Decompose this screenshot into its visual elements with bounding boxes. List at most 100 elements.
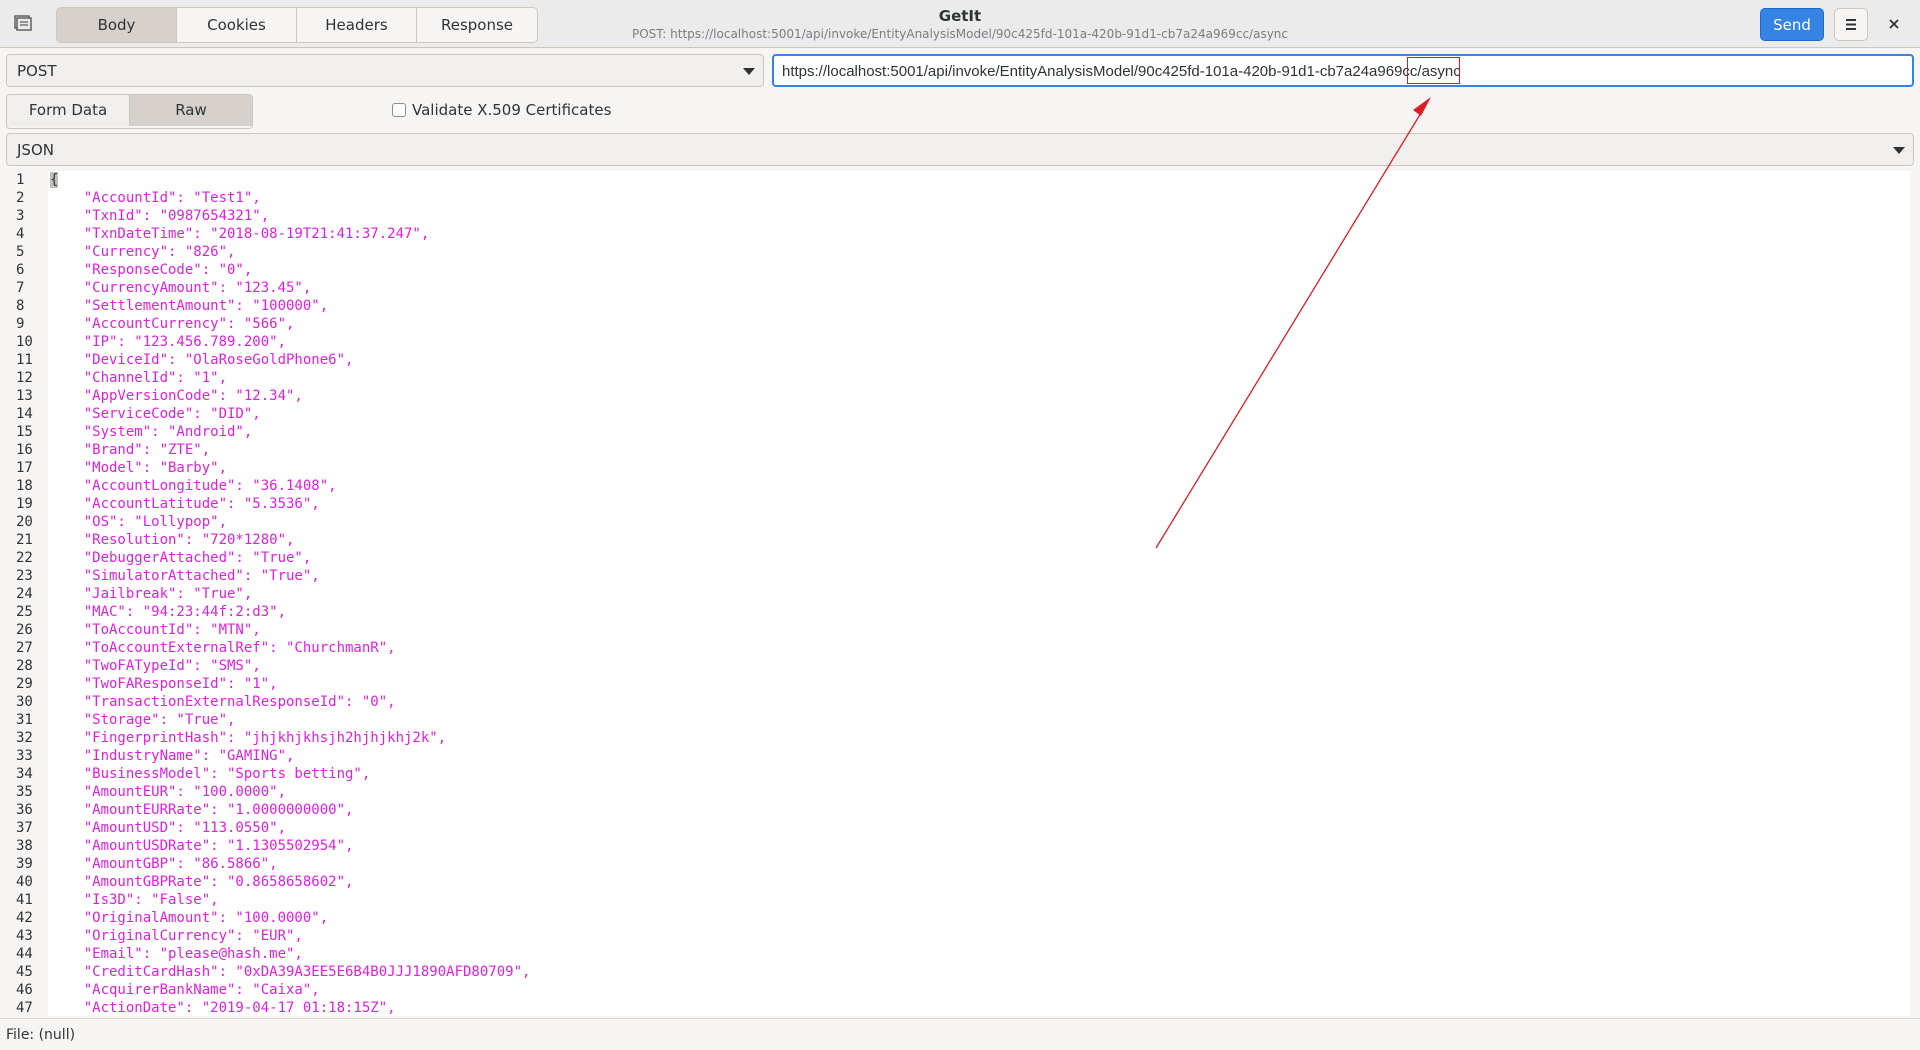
url-input[interactable]: https://localhost:5001/api/invoke/Entity… <box>772 54 1914 87</box>
code-line: 17 "Model": "Barby", <box>0 459 1910 477</box>
validate-certificates-row: Validate X.509 Certificates <box>392 101 611 119</box>
line-number: 25 <box>16 604 33 620</box>
request-tabs: Body Cookies Headers Response <box>56 7 538 43</box>
tab-body[interactable]: Body <box>57 8 177 42</box>
line-number: 34 <box>16 766 33 782</box>
code-text: "SettlementAmount": "100000", <box>50 298 329 314</box>
line-number: 30 <box>16 694 33 710</box>
code-text: "CreditCardHash": "0xDA39A3EE5E6B4B0JJJ1… <box>50 964 531 980</box>
tab-response[interactable]: Response <box>417 8 537 42</box>
line-number: 5 <box>16 244 25 260</box>
json-editor[interactable]: 1{2 "AccountId": "Test1", 3 "TxnId": "098… <box>0 171 1910 1016</box>
form-data-toggle[interactable]: Form Data <box>7 95 129 126</box>
code-line: 41 "Is3D": "False", <box>0 891 1910 909</box>
header-bar: Body Cookies Headers Response GetIt POST… <box>0 0 1920 48</box>
line-number: 17 <box>16 460 33 476</box>
line-number: 15 <box>16 424 33 440</box>
method-select[interactable]: POST <box>6 54 764 87</box>
code-text: "Resolution": "720*1280", <box>50 532 295 548</box>
chevron-down-icon <box>743 68 755 75</box>
code-text: "TwoFAResponseId": "1", <box>50 676 278 692</box>
code-line: 26 "ToAccountId": "MTN", <box>0 621 1910 639</box>
code-text: "AccountLongitude": "36.1408", <box>50 478 337 494</box>
code-line: 32 "FingerprintHash": "jhjkhjkhsjh2hjhjk… <box>0 729 1910 747</box>
line-number: 10 <box>16 334 33 350</box>
line-number: 1 <box>16 172 25 188</box>
line-number: 3 <box>16 208 25 224</box>
line-number: 6 <box>16 262 25 278</box>
hamburger-icon <box>1846 19 1856 30</box>
code-text: "TxnDateTime": "2018-08-19T21:41:37.247"… <box>50 226 430 242</box>
format-select[interactable]: JSON <box>6 133 1914 166</box>
code-text: { <box>50 172 59 188</box>
tab-headers[interactable]: Headers <box>297 8 417 42</box>
code-text: "System": "Android", <box>50 424 253 440</box>
url-main: https://localhost:5001/api/invoke/Entity… <box>782 63 1410 80</box>
notebook-icon[interactable] <box>14 15 32 31</box>
code-line: 1{ <box>0 171 1910 189</box>
code-text: "Email": "please@hash.me", <box>50 946 303 962</box>
line-number: 45 <box>16 964 33 980</box>
validate-certificates-checkbox[interactable] <box>392 103 406 117</box>
close-icon[interactable] <box>1884 14 1904 34</box>
code-line: 7 "CurrencyAmount": "123.45", <box>0 279 1910 297</box>
code-line: 39 "AmountGBP": "86.5866", <box>0 855 1910 873</box>
line-number: 46 <box>16 982 33 998</box>
line-number: 4 <box>16 226 25 242</box>
code-text: "DeviceId": "OlaRoseGoldPhone6", <box>50 352 354 368</box>
line-number: 13 <box>16 388 33 404</box>
chevron-down-icon <box>1893 147 1905 154</box>
code-line: 11 "DeviceId": "OlaRoseGoldPhone6", <box>0 351 1910 369</box>
send-button[interactable]: Send <box>1760 8 1824 41</box>
window-title: GetIt <box>938 7 982 25</box>
code-text: "Is3D": "False", <box>50 892 219 908</box>
code-line: 40 "AmountGBPRate": "0.8658658602", <box>0 873 1910 891</box>
line-number: 19 <box>16 496 33 512</box>
code-text: "FingerprintHash": "jhjkhjkhsjh2hjhjkhj2… <box>50 730 447 746</box>
code-text: "AmountUSD": "113.0550", <box>50 820 287 836</box>
line-number: 2 <box>16 190 25 206</box>
code-text: "AmountGBP": "86.5866", <box>50 856 278 872</box>
code-text: "AppVersionCode": "12.34", <box>50 388 303 404</box>
code-text: "Currency": "826", <box>50 244 236 260</box>
tab-cookies[interactable]: Cookies <box>177 8 297 42</box>
line-number: 22 <box>16 550 33 566</box>
code-line: 19 "AccountLatitude": "5.3536", <box>0 495 1910 513</box>
code-text: "IndustryName": "GAMING", <box>50 748 295 764</box>
code-line: 23 "SimulatorAttached": "True", <box>0 567 1910 585</box>
line-number: 32 <box>16 730 33 746</box>
code-line: 28 "TwoFATypeId": "SMS", <box>0 657 1910 675</box>
line-number: 31 <box>16 712 33 728</box>
line-number: 28 <box>16 658 33 674</box>
code-line: 37 "AmountUSD": "113.0550", <box>0 819 1910 837</box>
code-text: "OriginalAmount": "100.0000", <box>50 910 329 926</box>
code-text: "AccountLatitude": "5.3536", <box>50 496 320 512</box>
line-number: 8 <box>16 298 25 314</box>
validate-certificates-label: Validate X.509 Certificates <box>412 101 612 119</box>
code-text: "ResponseCode": "0", <box>50 262 253 278</box>
code-line: 42 "OriginalAmount": "100.0000", <box>0 909 1910 927</box>
line-number: 18 <box>16 478 33 494</box>
code-text: "ActionDate": "2019-04-17 01:18:15Z", <box>50 1000 396 1016</box>
line-number: 24 <box>16 586 33 602</box>
code-line: 25 "MAC": "94:23:44f:2:d3", <box>0 603 1910 621</box>
line-number: 42 <box>16 910 33 926</box>
code-line: 21 "Resolution": "720*1280", <box>0 531 1910 549</box>
window-subtitle: POST: https://localhost:5001/api/invoke/… <box>631 27 1288 41</box>
code-line: 6 "ResponseCode": "0", <box>0 261 1910 279</box>
line-number: 43 <box>16 928 33 944</box>
raw-toggle[interactable]: Raw <box>129 95 252 126</box>
line-number: 37 <box>16 820 33 836</box>
line-number: 44 <box>16 946 33 962</box>
menu-button[interactable] <box>1834 8 1868 41</box>
line-number: 29 <box>16 676 33 692</box>
line-number: 20 <box>16 514 33 530</box>
code-text: "ToAccountExternalRef": "ChurchmanR", <box>50 640 396 656</box>
line-number: 12 <box>16 370 33 386</box>
line-number: 39 <box>16 856 33 872</box>
code-text: "AccountCurrency": "566", <box>50 316 295 332</box>
code-line: 2 "AccountId": "Test1", <box>0 189 1910 207</box>
line-number: 11 <box>16 352 33 368</box>
code-text: "AccountId": "Test1", <box>50 190 261 206</box>
body-type-switch: Form Data Raw <box>6 94 253 129</box>
